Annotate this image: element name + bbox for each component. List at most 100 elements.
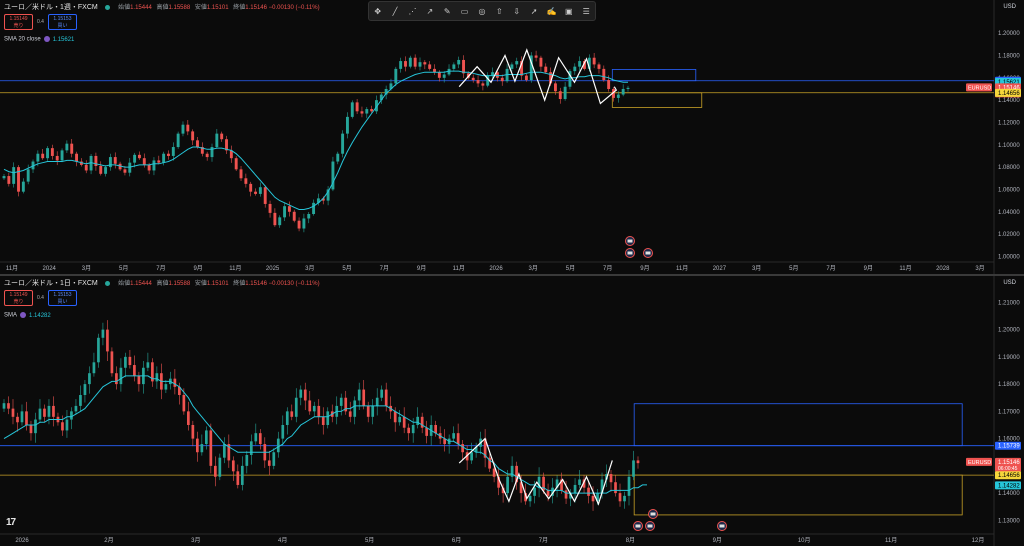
candle-body bbox=[162, 153, 166, 163]
time-tick-label: 3月 bbox=[975, 265, 984, 272]
time-tick-label: 12月 bbox=[972, 537, 985, 544]
candle-body bbox=[11, 408, 15, 417]
ray-icon[interactable]: ↗ bbox=[423, 7, 437, 16]
candle-body bbox=[407, 427, 411, 434]
candle-body bbox=[245, 454, 249, 466]
high-value: 1.15588 bbox=[168, 5, 191, 11]
candle-body bbox=[627, 476, 631, 496]
candle-body bbox=[626, 87, 630, 89]
time-tick-label: 11月 bbox=[899, 265, 911, 272]
candle-body bbox=[408, 57, 412, 67]
currency-label[interactable]: USD bbox=[1003, 4, 1016, 10]
text-callout-icon[interactable]: ✍ bbox=[544, 7, 558, 16]
sma-legend[interactable]: SMA 1.14282 bbox=[4, 312, 51, 319]
candle-body bbox=[607, 80, 611, 89]
pencil-icon[interactable]: ✎ bbox=[440, 7, 454, 16]
price-tick-label: 1.17000 bbox=[998, 409, 1020, 415]
flag-icon bbox=[625, 236, 635, 246]
candle-body bbox=[20, 411, 24, 423]
candle-body bbox=[7, 403, 10, 409]
time-tick-label: 6月 bbox=[452, 537, 461, 544]
symbol-title[interactable]: ユーロ／米ドル・1週・FXCM bbox=[4, 4, 98, 11]
time-tick-label: 7月 bbox=[539, 537, 548, 544]
candle-body bbox=[456, 433, 460, 445]
sell-button[interactable]: 1.15149 売り bbox=[4, 14, 33, 30]
rectangle-icon[interactable]: ▭ bbox=[458, 7, 472, 16]
time-tick-label: 4月 bbox=[278, 537, 287, 544]
tradingview-logo-icon[interactable]: 17 bbox=[6, 517, 16, 528]
sma-line bbox=[3, 70, 628, 210]
time-tick-label: 3月 bbox=[529, 265, 538, 272]
buy-button[interactable]: 1.15153 買い bbox=[47, 290, 77, 306]
buy-button[interactable]: 1.15153 買い bbox=[47, 14, 77, 30]
candle-body bbox=[173, 378, 177, 387]
time-tick-label: 3月 bbox=[82, 265, 91, 272]
trend-line-icon[interactable]: ╱ bbox=[388, 7, 402, 16]
candle-body bbox=[176, 133, 180, 148]
candle-body bbox=[70, 143, 74, 154]
candle-body bbox=[43, 408, 46, 417]
low-label: 安値 bbox=[194, 281, 207, 287]
candle-body bbox=[84, 164, 88, 171]
candle-body bbox=[287, 206, 291, 212]
short-position-icon[interactable]: ⇩ bbox=[510, 7, 524, 16]
candle-body bbox=[339, 397, 343, 406]
long-position-icon[interactable]: ⇧ bbox=[492, 7, 506, 16]
candle-body bbox=[222, 444, 226, 458]
candle-body bbox=[578, 61, 582, 67]
candle-body bbox=[428, 64, 432, 69]
candle-body bbox=[353, 400, 357, 417]
indicator-settings-icon[interactable] bbox=[20, 312, 27, 318]
symbol-title[interactable]: ユーロ／米ドル・1日・FXCM bbox=[4, 280, 98, 287]
time-tick-label: 5月 bbox=[119, 265, 128, 272]
time-tick-label: 7月 bbox=[156, 265, 165, 272]
flag-stripe bbox=[719, 524, 725, 528]
candle-body bbox=[539, 57, 543, 67]
candle-body bbox=[534, 55, 538, 58]
candle-body bbox=[215, 133, 219, 148]
candle-body bbox=[38, 408, 42, 420]
weekly-chart-canvas[interactable]: 1.200001.180001.160001.140001.120001.100… bbox=[0, 0, 1024, 274]
candle-body bbox=[515, 61, 519, 65]
image-icon[interactable]: ▣ bbox=[562, 7, 576, 16]
candle-body bbox=[394, 68, 398, 84]
candle-body bbox=[281, 424, 285, 439]
candle-body bbox=[452, 64, 456, 69]
candle-body bbox=[29, 424, 33, 434]
time-tick-label: 3月 bbox=[191, 537, 200, 544]
circle-icon[interactable]: ◎ bbox=[475, 7, 489, 16]
candle-body bbox=[292, 211, 296, 221]
candle-body bbox=[614, 482, 617, 494]
time-tick-label: 11月 bbox=[6, 265, 18, 272]
time-tick-label: 2月 bbox=[104, 537, 113, 544]
price-tick-label: 1.20000 bbox=[998, 31, 1020, 37]
candle-body bbox=[506, 476, 509, 494]
daily-chart-canvas[interactable]: 1.21000 1.20000 1.19000 1.18000 1.17000 1.160… bbox=[0, 276, 1024, 546]
currency-label[interactable]: USD bbox=[1003, 280, 1016, 286]
candle-body bbox=[25, 411, 28, 425]
crosshair-icon[interactable]: ✥ bbox=[371, 7, 385, 16]
list-icon[interactable]: ☰ bbox=[579, 7, 593, 16]
sma-legend[interactable]: SMA 20 close 1.15621 bbox=[4, 36, 74, 43]
candle-body bbox=[563, 86, 567, 100]
arrow-icon[interactable]: ➚ bbox=[527, 7, 541, 16]
candle-body bbox=[492, 468, 496, 477]
daily-chart-pane[interactable]: 1.21000 1.20000 1.19000 1.18000 1.17000 1.160… bbox=[0, 276, 1024, 546]
weekly-chart-pane[interactable]: 1.200001.180001.160001.140001.120001.100… bbox=[0, 0, 1024, 274]
sma-label: SMA 20 close bbox=[4, 36, 41, 43]
time-tick-label: 2027 bbox=[713, 266, 727, 272]
indicator-settings-icon[interactable] bbox=[43, 36, 50, 42]
sell-button[interactable]: 1.15149 売り bbox=[4, 290, 33, 306]
path-icon[interactable]: ⋰ bbox=[405, 7, 419, 16]
candle-body bbox=[12, 167, 16, 184]
candle-body bbox=[365, 109, 369, 114]
candle-body bbox=[115, 373, 118, 385]
time-tick-label: 11月 bbox=[885, 537, 897, 544]
candle-body bbox=[204, 430, 208, 445]
candle-body bbox=[425, 427, 429, 436]
price-label-countdown: 06:00:45 bbox=[998, 466, 1018, 472]
time-tick-label: 10月 bbox=[798, 537, 811, 544]
close-label: 終値 bbox=[233, 5, 246, 11]
candle-body bbox=[36, 153, 40, 162]
candle-body bbox=[157, 160, 161, 163]
